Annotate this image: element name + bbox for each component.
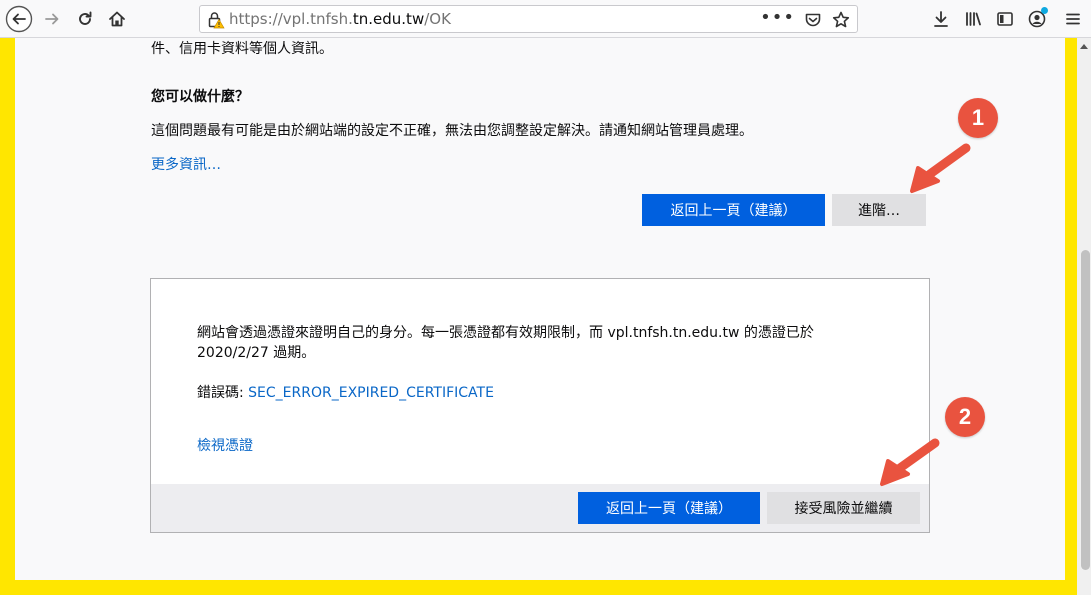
advanced-button[interactable]: 進階… [832, 194, 926, 226]
back-icon[interactable] [4, 4, 34, 34]
view-certificate-link[interactable]: 檢視憑證 [197, 435, 253, 455]
certificate-explanation: 網站會透過憑證來證明自己的身分。每一張憑證都有效期限制，而 vpl.tnfsh.… [197, 323, 814, 363]
url-path: /OK [424, 10, 451, 28]
scrollbar-thumb[interactable] [1081, 250, 1090, 570]
home-icon[interactable] [102, 4, 132, 34]
library-icon[interactable] [958, 4, 988, 34]
advanced-panel: 網站會透過憑證來證明自己的身分。每一張憑證都有效期限制，而 vpl.tnfsh.… [150, 278, 930, 533]
notification-dot [1041, 7, 1048, 14]
reload-icon[interactable] [70, 4, 100, 34]
url-text[interactable]: https://vpl.tnfsh.tn.edu.tw/OK [229, 10, 451, 28]
problem-description: 這個問題最有可能是由於網站端的設定不正確，無法由您調整設定解決。請通知網站管理員… [151, 123, 753, 139]
advanced-panel-footer: 返回上一頁（建議） 接受風險並繼續 [151, 484, 929, 532]
page-actions-menu-icon[interactable]: ••• [760, 7, 795, 28]
url-prefix: https://vpl.tnfsh. [229, 10, 353, 28]
more-info-link[interactable]: 更多資訊… [151, 154, 221, 174]
go-back-button-advanced[interactable]: 返回上一頁（建議） [578, 492, 760, 524]
error-code-link[interactable]: SEC_ERROR_EXPIRED_CERTIFICATE [248, 385, 494, 401]
url-bar[interactable]: https://vpl.tnfsh.tn.edu.tw/OK ••• [199, 5, 858, 33]
forward-icon[interactable] [37, 4, 67, 34]
accept-risk-button[interactable]: 接受風險並繼續 [767, 492, 920, 524]
scroll-up-arrow-icon[interactable] [1080, 44, 1088, 49]
certificate-explanation-line2: 2020/2/27 過期。 [197, 345, 316, 361]
certificate-explanation-line1: 網站會透過憑證來證明自己的身分。每一張憑證都有效期限制，而 vpl.tnfsh.… [197, 325, 814, 341]
error-code-line: 錯誤碼: SEC_ERROR_EXPIRED_CERTIFICATE [197, 382, 494, 402]
browser-toolbar: https://vpl.tnfsh.tn.edu.tw/OK ••• [0, 0, 1091, 38]
what-can-you-do-heading: 您可以做什麼？ [151, 89, 249, 105]
hamburger-menu-icon[interactable] [1058, 4, 1088, 34]
url-host: tn.edu.tw [352, 10, 425, 28]
error-code-label: 錯誤碼: [197, 385, 249, 401]
annotation-badge-1: 1 [958, 98, 998, 138]
downloads-icon[interactable] [926, 4, 956, 34]
go-back-button[interactable]: 返回上一頁（建議） [642, 194, 825, 226]
insecure-lock-icon[interactable] [207, 11, 225, 33]
annotation-badge-2: 2 [945, 397, 985, 437]
error-page: 件、信用卡資料等個人資訊。 您可以做什麼？ 這個問題最有可能是由於網站端的設定不… [15, 38, 1065, 580]
bookmark-star-icon[interactable] [831, 10, 851, 34]
pocket-icon[interactable] [804, 11, 822, 33]
sidebar-icon[interactable] [990, 4, 1020, 34]
cut-off-text: 件、信用卡資料等個人資訊。 [151, 41, 333, 57]
